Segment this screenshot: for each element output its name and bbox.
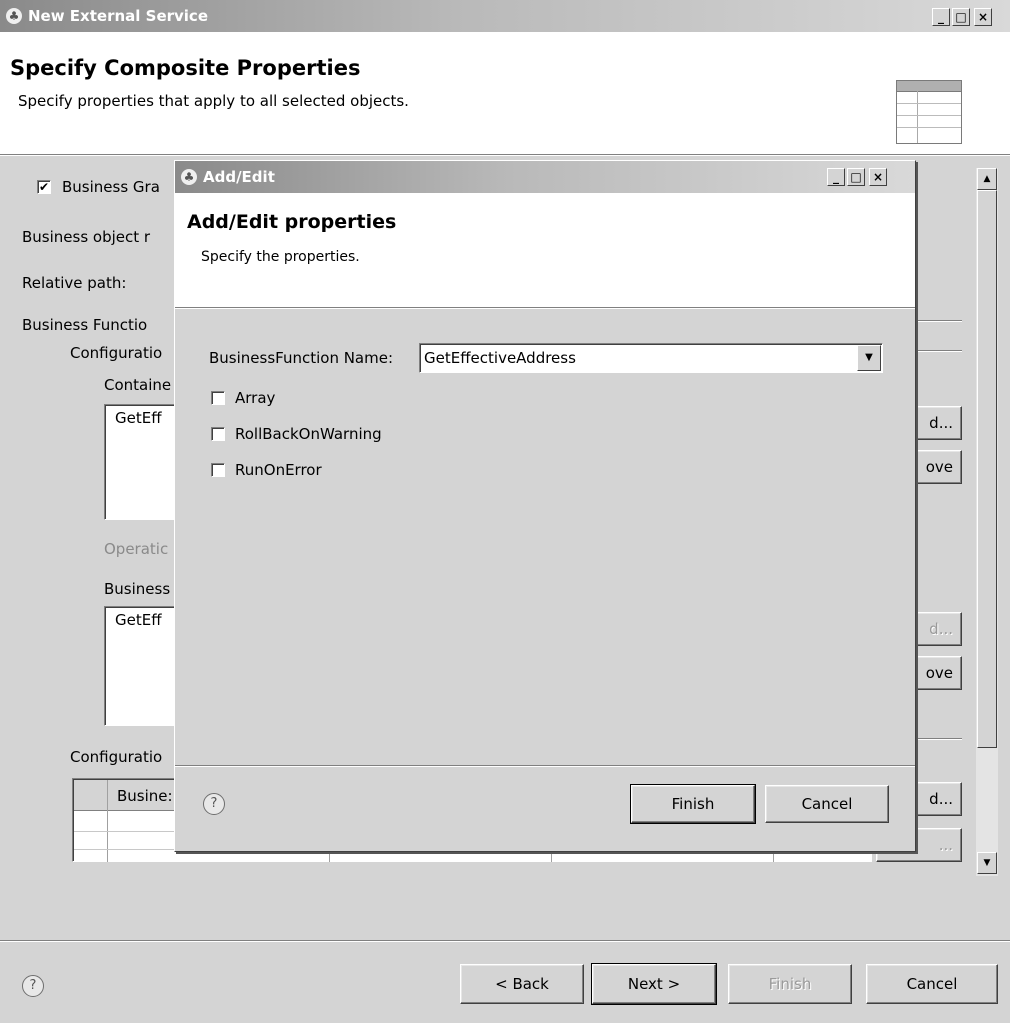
- app-icon: ♣: [181, 169, 197, 185]
- group-separator: [916, 738, 962, 740]
- business-graph-label: Business Gra: [62, 178, 160, 196]
- minimize-button[interactable]: _: [827, 168, 845, 186]
- business-function-name-combo[interactable]: GetEffectiveAddress ▼: [419, 343, 883, 373]
- container-list[interactable]: GetEff: [104, 404, 184, 520]
- close-button[interactable]: ×: [869, 168, 887, 186]
- footer-separator: [0, 940, 1010, 942]
- business-function-name-value: GetEffectiveAddress: [424, 349, 576, 367]
- run-on-error-label: RunOnError: [235, 461, 322, 479]
- cancel-button[interactable]: Cancel: [866, 964, 998, 1004]
- dialog-description: Specify the properties.: [201, 249, 360, 265]
- dialog-finish-button[interactable]: Finish: [630, 784, 756, 824]
- business-function-name-label: BusinessFunction Name:: [209, 349, 394, 367]
- add-edit-dialog: ♣ Add/Edit _ □ × Add/Edit properties Spe…: [174, 160, 916, 852]
- app-icon: ♣: [6, 8, 22, 24]
- rollback-on-warning-label: RollBackOnWarning: [235, 425, 382, 443]
- help-icon[interactable]: ?: [22, 975, 44, 997]
- table-header: Busine:: [117, 787, 173, 805]
- main-title-bar[interactable]: ♣ New External Service _ □ ×: [0, 0, 1010, 32]
- business-list[interactable]: GetEff: [104, 606, 184, 726]
- array-checkbox[interactable]: [211, 391, 225, 405]
- scroll-thumb[interactable]: [977, 190, 997, 748]
- minimize-button[interactable]: _: [932, 8, 950, 26]
- maximize-button[interactable]: □: [847, 168, 865, 186]
- back-button[interactable]: < Back: [460, 964, 584, 1004]
- operation-label: Operatic: [104, 540, 169, 558]
- main-window-title: New External Service: [28, 7, 208, 25]
- dialog-heading: Add/Edit properties: [187, 211, 397, 233]
- next-button[interactable]: Next >: [591, 963, 717, 1005]
- rollback-on-warning-checkbox[interactable]: [211, 427, 225, 441]
- close-button[interactable]: ×: [974, 8, 992, 26]
- dropdown-arrow-button[interactable]: ▼: [857, 345, 881, 371]
- page-title: Specify Composite Properties: [10, 56, 361, 80]
- help-icon[interactable]: ?: [203, 793, 225, 815]
- scroll-up-button[interactable]: ▲: [977, 168, 997, 190]
- page-description: Specify properties that apply to all sel…: [18, 92, 409, 110]
- business-object-label: Business object r: [22, 228, 151, 246]
- scroll-down-button[interactable]: ▼: [977, 852, 997, 874]
- table-banner-icon: [896, 80, 962, 144]
- maximize-button[interactable]: □: [952, 8, 970, 26]
- header-separator: [0, 154, 1010, 156]
- list-item[interactable]: GetEff: [115, 409, 162, 427]
- list-item[interactable]: GetEff: [115, 611, 162, 629]
- wizard-header: Specify Composite Properties Specify pro…: [0, 32, 1010, 154]
- relative-path-label: Relative path:: [22, 274, 127, 292]
- group-separator: [916, 350, 962, 352]
- business-function-label: Business Functio: [22, 316, 148, 334]
- dialog-footer-separator: [175, 765, 915, 767]
- chevron-down-icon: ▼: [865, 352, 873, 363]
- business-label: Business: [104, 580, 171, 598]
- business-graph-checkbox[interactable]: ✔: [37, 180, 51, 194]
- dialog-header-separator: [175, 307, 915, 309]
- array-label: Array: [235, 389, 276, 407]
- vertical-scrollbar[interactable]: ▲ ▼: [976, 168, 998, 876]
- container-label: Containe: [104, 376, 172, 394]
- dialog-title-bar[interactable]: ♣ Add/Edit _ □ ×: [175, 161, 915, 193]
- group-separator: [916, 320, 962, 322]
- configuration-label: Configuratio: [70, 344, 163, 362]
- configuration2-label: Configuratio: [70, 748, 163, 766]
- dialog-header: Add/Edit properties Specify the properti…: [175, 193, 915, 307]
- finish-button[interactable]: Finish: [728, 964, 852, 1004]
- dialog-cancel-button[interactable]: Cancel: [765, 785, 889, 823]
- run-on-error-checkbox[interactable]: [211, 463, 225, 477]
- dialog-title: Add/Edit: [203, 168, 275, 186]
